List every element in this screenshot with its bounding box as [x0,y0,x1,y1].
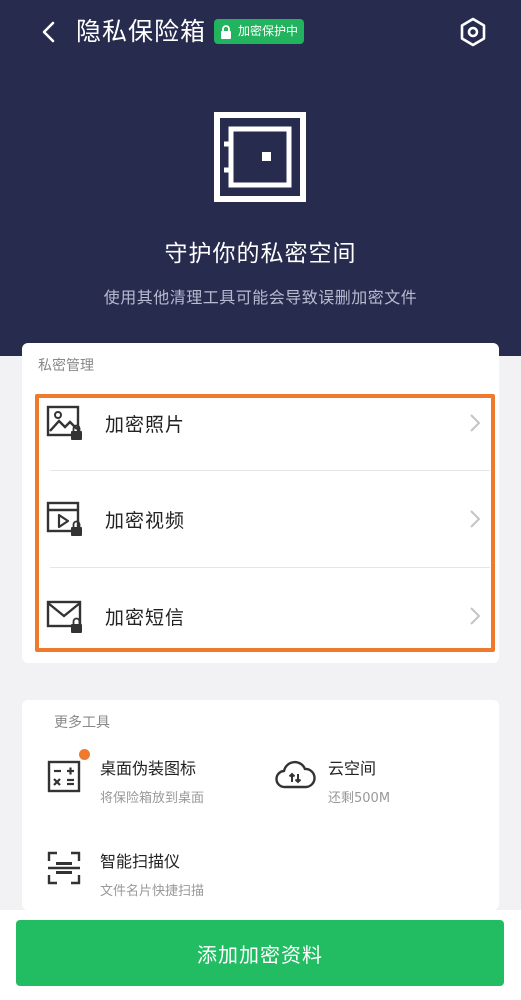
tool-description: 还剩500M [328,791,391,806]
cloud-icon [275,760,316,789]
chevron-left-icon [42,21,55,43]
page-title: 隐私保险箱 [76,17,207,46]
list-item-label: 加密照片 [105,413,186,436]
notification-dot [79,749,90,760]
add-encrypted-data-button[interactable]: 添加加密资料 [16,920,504,986]
hero-title: 守护你的私密空间 [164,241,357,267]
video-lock-icon [46,501,82,536]
back-button[interactable] [30,14,66,50]
message-lock-icon [46,600,82,633]
list-item-label: 加密短信 [105,606,186,629]
tool-description: 将保险箱放到桌面 [100,791,205,806]
hexagon-gear-icon [460,17,486,47]
encryption-status-badge: 加密保护中 [214,19,305,44]
list-item-encrypted-messages[interactable]: 加密短信 [22,568,499,664]
lock-icon [221,24,231,39]
hero-subtitle: 使用其他清理工具可能会导致误删加密文件 [103,288,418,307]
tool-name: 云空间 [328,759,377,778]
scanner-icon [47,851,81,885]
tool-desktop-disguise[interactable]: 桌面伪装图标 将保险箱放到桌面 [46,749,266,815]
list-item-label: 加密视频 [105,509,186,532]
photo-lock-icon [46,405,82,440]
tool-description: 文件名片快捷扫描 [100,884,205,899]
tool-cloud-space[interactable]: 云空间 还剩500M [274,755,494,815]
safe-icon [214,112,306,202]
list-item-encrypted-photos[interactable]: 加密照片 [22,375,499,471]
list-item-encrypted-videos[interactable]: 加密视频 [22,471,499,567]
tool-name: 桌面伪装图标 [100,759,197,778]
calculator-icon [47,760,81,793]
settings-button[interactable] [456,14,490,50]
chevron-right-icon [470,510,481,528]
top-bar: 隐私保险箱 加密保护中 [0,0,521,64]
section-label-private: 私密管理 [38,358,94,374]
badge-text: 加密保护中 [238,24,299,38]
chevron-right-icon [470,414,481,432]
tool-smart-scanner[interactable]: 智能扫描仪 文件名片快捷扫描 [46,848,266,908]
chevron-right-icon [470,607,481,625]
tool-name: 智能扫描仪 [100,852,181,871]
section-label-more-tools: 更多工具 [54,715,110,731]
